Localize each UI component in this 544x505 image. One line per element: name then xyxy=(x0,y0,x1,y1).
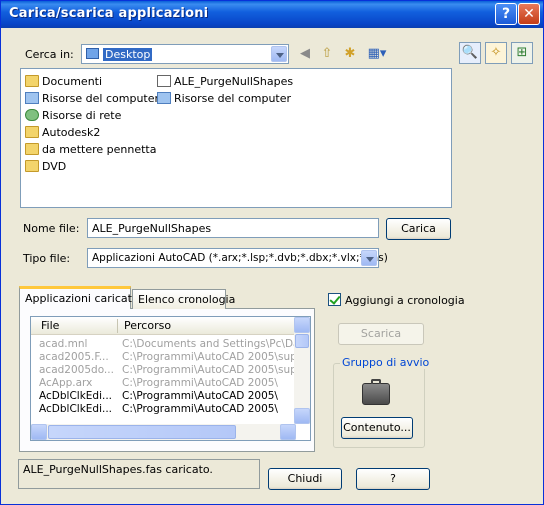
list-item[interactable]: Risorse di rete xyxy=(25,109,121,125)
filetype-label: Tipo file: xyxy=(23,252,71,265)
horizontal-scroll-thumb[interactable] xyxy=(48,425,236,439)
desktop-icon xyxy=(86,48,99,59)
find-icon[interactable]: 🔍 xyxy=(459,42,481,64)
horizontal-scrollbar[interactable] xyxy=(31,424,296,440)
list-item[interactable]: ALE_PurgeNullShapes xyxy=(157,75,293,91)
folder-icon xyxy=(25,75,39,87)
folder-icon xyxy=(25,160,39,172)
up-folder-icon[interactable]: ⇧ xyxy=(318,45,336,63)
list-item[interactable]: DVD xyxy=(25,160,66,176)
history-checkbox[interactable] xyxy=(328,293,341,306)
close-button[interactable]: Chiudi xyxy=(268,468,342,490)
filetype-combo[interactable]: Applicazioni AutoCAD (*.arx;*.lsp;*.dvb;… xyxy=(87,248,388,268)
help-button[interactable]: ? xyxy=(356,468,430,490)
list-item[interactable]: da mettere pennetta xyxy=(25,143,156,159)
filename-label: Nome file: xyxy=(23,222,80,235)
filetype-value: Applicazioni AutoCAD (*.arx;*.lsp;*.dvb;… xyxy=(92,252,388,264)
vertical-scrollbar[interactable] xyxy=(294,317,310,424)
dialog-window: Carica/scarica applicazioni ? ✕ Cerca in… xyxy=(0,0,544,505)
folder-icon xyxy=(25,126,39,138)
folder-icon xyxy=(25,143,39,155)
loaded-apps-table[interactable]: File Percorso acad.mnl C:\Documents and … xyxy=(30,316,311,441)
table-row[interactable]: acad2005do... C:\Programmi\AutoCAD 2005\… xyxy=(31,364,296,377)
list-item[interactable]: Risorse del computer xyxy=(25,92,159,108)
back-icon[interactable]: ◀ xyxy=(296,45,314,63)
document-icon xyxy=(157,75,171,87)
network-icon xyxy=(25,109,39,121)
vertical-scroll-thumb[interactable] xyxy=(295,334,309,348)
scroll-up-icon[interactable] xyxy=(294,317,310,333)
close-title-button[interactable]: ✕ xyxy=(518,3,540,25)
list-item[interactable]: Autodesk2 xyxy=(25,126,100,142)
table-row[interactable]: AcDblClkEdi... C:\Programmi\AutoCAD 2005… xyxy=(31,390,296,403)
tab-history[interactable]: Elenco cronologia xyxy=(132,289,235,309)
list-item[interactable]: Documenti xyxy=(25,75,102,91)
file-list[interactable]: Documenti Risorse del computer Risorse d… xyxy=(20,68,452,208)
table-header: File Percorso xyxy=(31,317,296,335)
views-icon[interactable]: ▦▾ xyxy=(365,45,389,63)
extra-icon[interactable]: ⊞ xyxy=(511,42,533,64)
computer-icon xyxy=(25,92,39,104)
table-row[interactable]: acad.mnl C:\Documents and Settings\Pc\Da… xyxy=(31,338,296,351)
lookin-value: Desktop xyxy=(103,48,153,61)
load-button[interactable]: Carica xyxy=(386,218,451,240)
table-row[interactable]: AcDblClkEdi... C:\Programmi\AutoCAD 2005… xyxy=(31,403,296,416)
tools-icon[interactable]: ✧ xyxy=(485,42,507,64)
new-folder-icon[interactable]: ✱ xyxy=(341,45,359,63)
filename-input[interactable]: ALE_PurgeNullShapes xyxy=(87,218,379,238)
contents-button[interactable]: Contenuto... xyxy=(341,417,413,439)
unload-button[interactable]: Scarica xyxy=(338,323,424,345)
lookin-combo[interactable]: Desktop xyxy=(81,44,289,64)
table-row[interactable]: AcApp.arx C:\Programmi\AutoCAD 2005\ xyxy=(31,377,296,390)
scroll-left-icon[interactable] xyxy=(31,424,47,440)
filetype-dropdown-arrow[interactable] xyxy=(361,250,377,266)
computer-icon xyxy=(157,92,171,104)
lookin-label: Cerca in: xyxy=(25,48,74,61)
briefcase-icon xyxy=(362,379,390,405)
scroll-right-icon[interactable] xyxy=(280,424,296,440)
history-checkbox-label[interactable]: Aggiungi a cronologia xyxy=(345,294,465,307)
status-message: ALE_PurgeNullShapes.fas caricato. xyxy=(18,459,260,489)
list-item[interactable]: Risorse del computer xyxy=(157,92,291,108)
title-bar[interactable]: Carica/scarica applicazioni ? ✕ xyxy=(1,1,543,28)
scroll-down-icon[interactable] xyxy=(294,408,310,424)
tab-loaded-apps[interactable]: Applicazioni caricate xyxy=(19,286,139,309)
lookin-dropdown-arrow[interactable] xyxy=(271,46,287,62)
window-title: Carica/scarica applicazioni xyxy=(9,6,209,21)
column-header-file[interactable]: File xyxy=(41,319,59,332)
column-header-path[interactable]: Percorso xyxy=(124,319,171,332)
startup-group-title: Gruppo di avvio xyxy=(340,356,432,369)
help-title-button[interactable]: ? xyxy=(495,3,517,25)
table-row[interactable]: acad2005.F... C:\Programmi\AutoCAD 2005\… xyxy=(31,351,296,364)
